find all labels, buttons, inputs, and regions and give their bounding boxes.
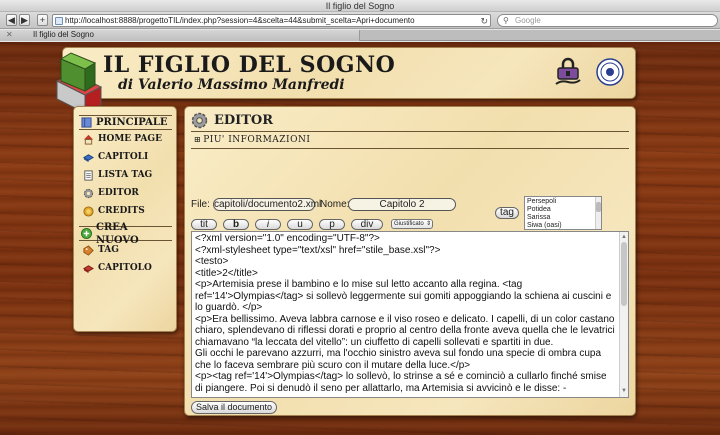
- list-item[interactable]: Sarissa: [527, 214, 601, 222]
- tag-button[interactable]: tag: [495, 207, 519, 219]
- menu-heading-label: PRINCIPALE: [96, 117, 168, 128]
- list-item[interactable]: Potidea: [527, 206, 601, 214]
- browser-toolbar: ◀ ▶ + http://localhost:8888/progettoTIL/…: [0, 12, 720, 29]
- address-bar[interactable]: http://localhost:8888/progettoTIL/index.…: [52, 14, 491, 27]
- editor-line: <p><tag ref='14'>Olympias</tag> lo solle…: [195, 371, 610, 394]
- format-underline-button[interactable]: u: [287, 219, 313, 230]
- browser-tab[interactable]: ✕ Il figlio del Sogno: [0, 30, 360, 41]
- format-paragraph-button[interactable]: p: [319, 219, 345, 230]
- forward-icon[interactable]: ▶: [19, 14, 30, 26]
- editor-line: <testo>: [195, 256, 229, 267]
- menu-heading-crea-nuovo: CREA NUOVO: [79, 222, 172, 246]
- page-title-text: EDITOR: [214, 113, 274, 128]
- editor-line: <p>Era bellissimo. Aveva labbra carnose …: [195, 313, 618, 348]
- site-title: IL FIGLIO DEL SOGNO: [103, 52, 396, 78]
- sidebar-item-label: LISTA TAG: [98, 170, 153, 180]
- sidebar-item-editor[interactable]: EDITOR: [79, 184, 172, 202]
- add-tab-icon[interactable]: +: [37, 14, 48, 26]
- editor-line: Gli occhi le parevano azzurri, ma l'occh…: [195, 348, 604, 371]
- sidebar-item-lista-tag[interactable]: LISTA TAG: [79, 166, 172, 184]
- format-bold-button[interactable]: b: [223, 219, 249, 230]
- more-info-toggle[interactable]: ⊞ PIU' INFORMAZIONI: [194, 135, 310, 145]
- page-title: EDITOR: [191, 112, 273, 129]
- sidebar-item-credits[interactable]: CREDITS: [79, 202, 172, 220]
- sidebar-item-capitolo[interactable]: CAPITOLO: [79, 259, 172, 277]
- align-select[interactable]: Giustificato ⇕: [391, 219, 433, 229]
- editor-line: <?xml-stylesheet type="text/xsl" href="s…: [195, 244, 441, 256]
- search-icon: ⚲: [503, 16, 509, 25]
- gear-icon: [191, 112, 208, 129]
- seal-icon: [596, 58, 624, 86]
- close-icon[interactable]: ✕: [6, 30, 13, 40]
- address-text: http://localhost:8888/progettoTIL/index.…: [65, 16, 415, 25]
- format-title-button[interactable]: tit: [191, 219, 217, 230]
- more-info-label: PIU' INFORMAZIONI: [203, 135, 311, 145]
- scroll-down-icon[interactable]: ▼: [621, 386, 627, 398]
- tag-listbox[interactable]: Persepoli Potidea Sarissa Siwa (oasi): [524, 196, 602, 230]
- book-icon: [83, 153, 94, 162]
- lock-icon[interactable]: [554, 57, 582, 87]
- back-icon[interactable]: ◀: [6, 14, 17, 26]
- add-icon: [81, 228, 92, 239]
- sidebar: PRINCIPALE HOME PAGE CAPITOLI LISTA TAG …: [73, 106, 177, 332]
- editor-line: <p>Artemisia prese il bambino e lo mise …: [195, 279, 615, 313]
- name-label: Nome:: [320, 199, 350, 210]
- sidebar-item-label: CAPITOLI: [98, 152, 149, 162]
- search-input[interactable]: ⚲ Google: [497, 14, 718, 27]
- sidebar-item-label: CAPITOLO: [98, 263, 152, 273]
- save-document-button[interactable]: Salva il documento: [191, 401, 277, 414]
- listbox-scrollbar[interactable]: [595, 197, 601, 229]
- scroll-thumb[interactable]: [621, 242, 627, 306]
- file-field[interactable]: capitoli/documento2.xml: [213, 198, 321, 211]
- tag-icon: [83, 244, 94, 256]
- editor-line: <?xml version="1.0" encoding="UTF-8"?>: [195, 233, 380, 244]
- plus-icon: ⊞: [194, 135, 202, 144]
- search-placeholder: Google: [515, 16, 541, 25]
- name-field[interactable]: Capitolo 2: [348, 198, 456, 211]
- gear-icon: [83, 188, 94, 198]
- site-subtitle: di Valerio Massimo Manfredi: [118, 77, 345, 93]
- divider: [191, 131, 629, 132]
- sidebar-item-home-page[interactable]: HOME PAGE: [79, 130, 172, 148]
- editor-line: <title>2</title>: [195, 267, 258, 279]
- menu-heading-principale: PRINCIPALE: [79, 115, 172, 130]
- page-icon: [55, 17, 63, 25]
- house-icon: [83, 134, 94, 145]
- page-background: IL FIGLIO DEL SOGNO di Valerio Massimo M…: [0, 42, 720, 435]
- document-icon: [84, 169, 93, 181]
- site-header: IL FIGLIO DEL SOGNO di Valerio Massimo M…: [55, 47, 636, 114]
- sidebar-item-label: HOME PAGE: [98, 134, 162, 144]
- file-label: File:: [191, 199, 210, 210]
- sidebar-item-label: CREDITS: [98, 206, 145, 216]
- sidebar-item-label: EDITOR: [98, 188, 139, 198]
- book-icon: [83, 264, 94, 273]
- coin-icon: [83, 205, 94, 217]
- align-select-value: Giustificato: [394, 221, 424, 227]
- tab-strip: ✕ Il figlio del Sogno: [0, 30, 720, 41]
- format-div-button[interactable]: div: [351, 219, 383, 230]
- scroll-thumb[interactable]: [596, 202, 601, 212]
- menu-heading-label: CREA NUOVO: [96, 221, 139, 246]
- sidebar-item-label: TAG: [98, 245, 119, 255]
- list-item[interactable]: Siwa (oasi): [527, 222, 601, 229]
- xml-editor-textarea[interactable]: <?xml version="1.0" encoding="UTF-8"?> <…: [191, 231, 629, 398]
- list-item[interactable]: Persepoli: [527, 198, 601, 206]
- window-title: Il figlio del Sogno: [0, 0, 720, 12]
- chevron-down-icon: ⇕: [425, 221, 431, 227]
- format-italic-button[interactable]: i: [255, 219, 281, 230]
- sidebar-item-capitoli[interactable]: CAPITOLI: [79, 148, 172, 166]
- tab-title: Il figlio del Sogno: [33, 30, 94, 39]
- book-icon: [81, 117, 92, 128]
- editor-scrollbar[interactable]: ▲ ▼: [619, 232, 628, 397]
- divider: [191, 148, 629, 149]
- reload-icon[interactable]: ↻: [480, 15, 488, 26]
- editor-panel: EDITOR ⊞ PIU' INFORMAZIONI File: capitoli…: [184, 106, 636, 416]
